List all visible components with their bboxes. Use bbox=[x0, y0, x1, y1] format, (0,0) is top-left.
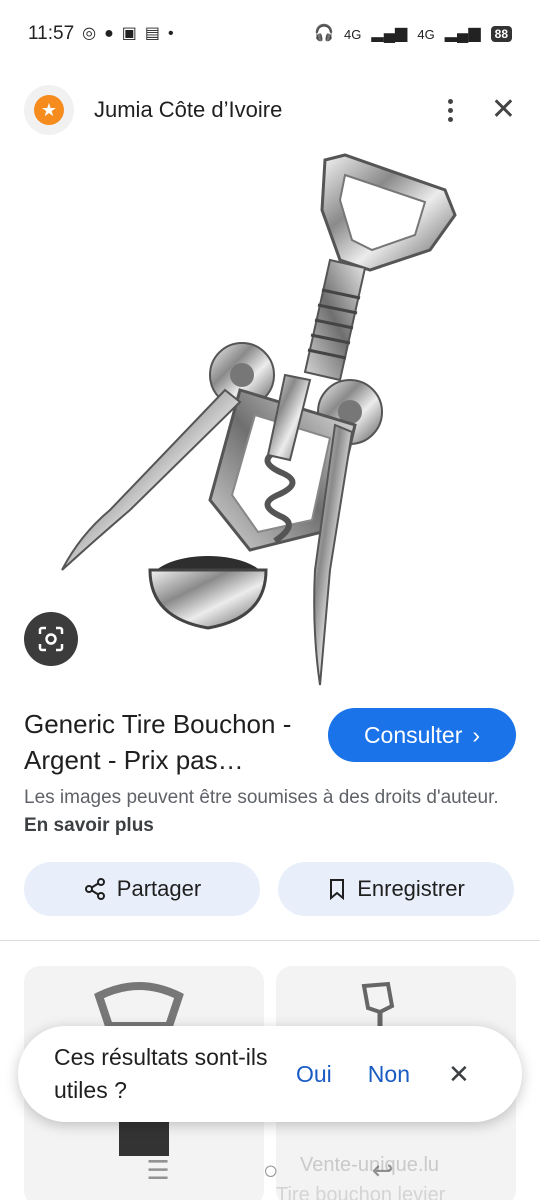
corkscrew-illustration bbox=[61, 153, 457, 686]
copyright-notice: Les images peuvent être soumises à des d… bbox=[24, 784, 504, 840]
divider bbox=[0, 940, 540, 941]
close-icon[interactable]: ✕ bbox=[491, 95, 516, 125]
learn-more-link[interactable]: En savoir plus bbox=[24, 815, 154, 836]
status-bar: 11:57 ◎ ● ▣ ▤ • 🎧 4G ▂▄▆ 4G ▂▄▆ 88 bbox=[0, 0, 540, 68]
star-icon: ★ bbox=[34, 95, 64, 125]
feedback-question: Ces résultats sont-ils utiles ? bbox=[54, 1044, 268, 1103]
visit-button-label: Consulter bbox=[363, 721, 463, 748]
signal-bars-icon-2: ▂▄▆ bbox=[444, 25, 481, 42]
share-button[interactable]: Partager bbox=[24, 862, 260, 916]
signal-1: 4G bbox=[344, 26, 362, 42]
copyright-text: Les images peuvent être soumises à des d… bbox=[24, 787, 499, 808]
status-time: 11:57 bbox=[28, 23, 75, 44]
system-nav-bar: ☰ ○ ↩ bbox=[0, 1140, 540, 1200]
back-icon[interactable]: ↩ bbox=[372, 1155, 394, 1186]
chat-icon: ● bbox=[104, 25, 114, 42]
feedback-no-button[interactable]: Non bbox=[368, 1061, 410, 1088]
share-icon bbox=[84, 878, 105, 900]
save-label: Enregistrer bbox=[357, 876, 465, 901]
site-logo: ★ bbox=[24, 85, 74, 135]
visit-button[interactable]: Consulter › bbox=[328, 708, 516, 762]
feedback-prompt: Ces résultats sont-ils utiles ? Oui Non … bbox=[18, 1026, 522, 1122]
save-button[interactable]: Enregistrer bbox=[278, 862, 514, 916]
menu-icon[interactable]: ☰ bbox=[147, 1155, 170, 1186]
feedback-yes-button[interactable]: Oui bbox=[296, 1061, 332, 1088]
result-title[interactable]: Generic Tire Bouchon - Argent - Prix pas… bbox=[24, 706, 314, 778]
signal-2: 4G bbox=[417, 26, 435, 42]
battery-indicator: 88 bbox=[490, 26, 512, 42]
product-image[interactable] bbox=[0, 150, 540, 690]
share-label: Partager bbox=[116, 876, 202, 901]
result-header: ★ Jumia Côte d’Ivoire ✕ bbox=[0, 80, 540, 140]
bookmark-icon bbox=[330, 879, 345, 901]
whatsapp-icon: ◎ bbox=[82, 25, 97, 42]
dot-icon: • bbox=[168, 25, 174, 42]
chevron-right-icon: › bbox=[472, 721, 481, 748]
site-title: Jumia Côte d’Ivoire bbox=[94, 97, 283, 122]
facebook-icon: ▣ bbox=[121, 25, 137, 42]
more-options-icon[interactable] bbox=[447, 98, 453, 122]
signal-bars-icon: ▂▄▆ bbox=[371, 25, 408, 42]
news-icon: ▤ bbox=[144, 25, 161, 42]
headphones-icon: 🎧 bbox=[314, 25, 335, 42]
lens-icon[interactable] bbox=[24, 612, 78, 666]
home-icon[interactable]: ○ bbox=[263, 1155, 279, 1186]
close-icon[interactable]: ✕ bbox=[448, 1059, 470, 1090]
